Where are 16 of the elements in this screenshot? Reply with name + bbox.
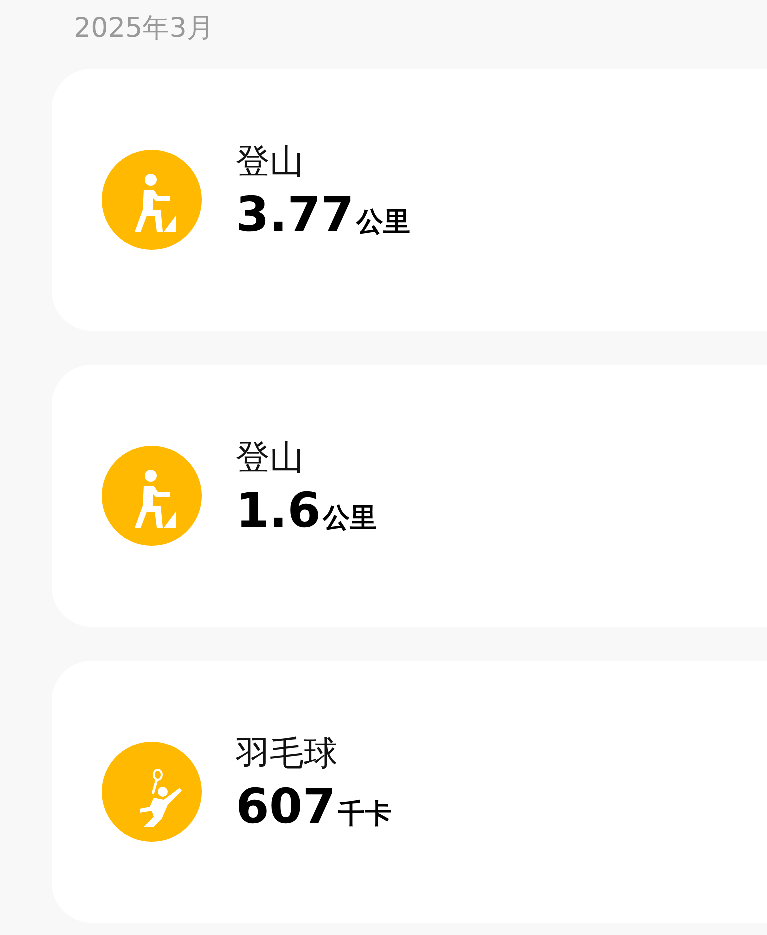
activity-title: 登山 (236, 436, 305, 480)
climber-icon (102, 150, 202, 250)
activity-card[interactable]: 登山 1.6公里 (52, 365, 767, 627)
activity-value: 1.6 (236, 482, 322, 538)
activity-value: 3.77 (236, 186, 354, 242)
activity-title: 登山 (236, 140, 305, 184)
climber-icon (102, 446, 202, 546)
month-heading: 2025年3月 (73, 12, 215, 46)
activity-unit: 千卡 (338, 798, 392, 830)
activity-card[interactable]: 登山 3.77公里 (52, 69, 767, 331)
activity-value: 607 (236, 778, 336, 834)
activity-unit: 公里 (323, 502, 378, 534)
badminton-player-icon (102, 742, 202, 842)
activity-card[interactable]: 羽毛球 607 千卡 (52, 661, 767, 923)
activity-unit: 公里 (356, 206, 410, 238)
activity-title: 羽毛球 (236, 732, 339, 776)
